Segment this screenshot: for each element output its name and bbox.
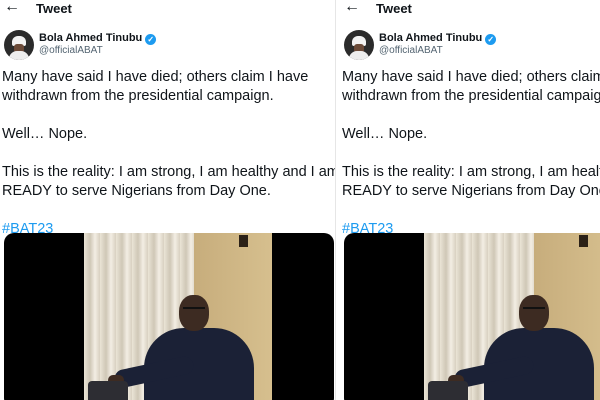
author-names: Bola Ahmed Tinubu ✓ @officialABAT (39, 32, 157, 57)
page-title: Tweet (376, 1, 412, 16)
tweet-panel-left: ← Tweet Bola Ahmed Tinubu ✓ @officialABAT… (0, 0, 335, 400)
video-frame (424, 233, 600, 400)
author-name[interactable]: Bola Ahmed Tinubu (379, 32, 482, 44)
page-title: Tweet (36, 1, 72, 16)
top-bar: ← Tweet (340, 0, 600, 18)
tweet-text: Many have said I have died; others claim… (2, 68, 335, 239)
tweet-line: withdrawn from the presidential campaign… (2, 88, 274, 104)
tweet-line: This is the reality: I am strong, I am h… (2, 164, 335, 180)
tweet-line: READY to serve Nigerians from Day One. (2, 183, 271, 199)
avatar[interactable] (344, 30, 374, 60)
author-names: Bola Ahmed Tinubu ✓ @officialABAT (379, 32, 497, 57)
top-bar: ← Tweet (0, 0, 335, 18)
tweet-line: withdrawn from the presidential campaign… (342, 88, 600, 104)
tweet-line: Many have said I have died; others claim… (342, 69, 600, 85)
tweet-line: READY to serve Nigerians from Day One. (342, 183, 600, 199)
tweet-author[interactable]: Bola Ahmed Tinubu ✓ @officialABAT (4, 30, 324, 64)
author-name-line[interactable]: Bola Ahmed Tinubu ✓ (39, 32, 157, 45)
tweet-panel-right: ← Tweet Bola Ahmed Tinubu ✓ @officialABAT… (340, 0, 600, 400)
author-handle[interactable]: @officialABAT (379, 45, 496, 57)
tweet-video[interactable] (4, 233, 334, 400)
tweet-author[interactable]: Bola Ahmed Tinubu ✓ @officialABAT (344, 30, 600, 64)
author-handle[interactable]: @officialABAT (39, 45, 156, 57)
tweet-line: Well… Nope. (2, 126, 88, 142)
tweet-text: Many have said I have died; others claim… (342, 68, 600, 239)
verified-check-icon: ✓ (485, 34, 497, 45)
verified-check-icon: ✓ (145, 34, 157, 45)
tweet-line: Well… Nope. (342, 126, 428, 142)
back-arrow-icon[interactable]: ← (344, 0, 360, 16)
video-frame (84, 233, 272, 400)
back-arrow-icon[interactable]: ← (4, 0, 20, 16)
author-name-line[interactable]: Bola Ahmed Tinubu ✓ (379, 32, 497, 45)
author-name[interactable]: Bola Ahmed Tinubu (39, 32, 142, 44)
tweet-line: This is the reality: I am strong, I am h… (342, 164, 600, 180)
avatar[interactable] (4, 30, 34, 60)
tweet-line: Many have said I have died; others claim… (2, 69, 309, 85)
tweet-video[interactable] (344, 233, 600, 400)
